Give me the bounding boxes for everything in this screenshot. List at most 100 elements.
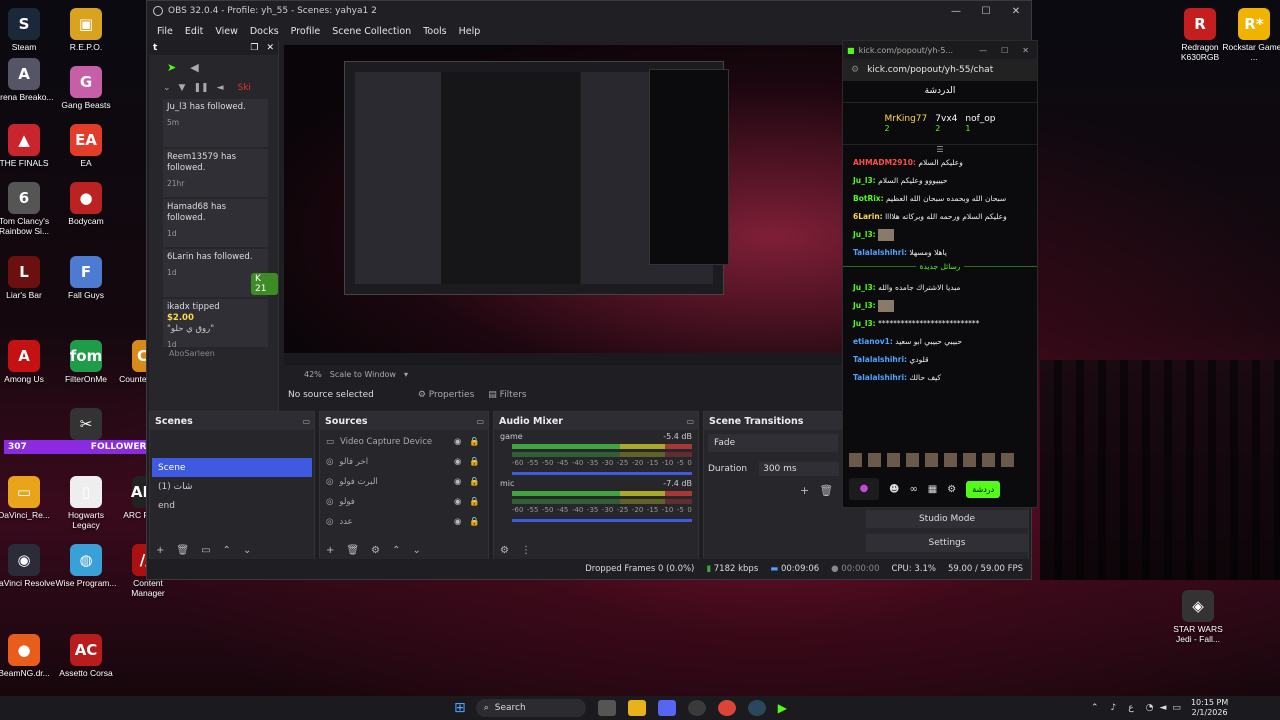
duration-input[interactable]: 300 ms <box>759 462 840 476</box>
chat-max-button[interactable]: ☐ <box>1001 46 1008 55</box>
mixer-settings-icon[interactable]: ⚙ <box>500 545 509 556</box>
remove-scene-icon[interactable]: 🗑 <box>176 545 189 556</box>
scene-item[interactable]: شات (1) <box>152 477 312 496</box>
remove-transition-icon[interactable]: 🗑 <box>819 484 833 497</box>
panel-menu-icon[interactable]: ▭ <box>476 417 484 426</box>
volume-slider[interactable] <box>512 472 692 475</box>
visibility-eye-icon[interactable]: ◉ <box>454 517 461 527</box>
emote-bar[interactable] <box>849 453 1019 467</box>
source-props-icon[interactable]: ⚙ <box>371 545 380 556</box>
chat-avatar-icon[interactable]: ● <box>849 478 879 500</box>
chat-username[interactable]: BotRix: <box>853 194 884 203</box>
obs-taskbar-icon[interactable] <box>687 700 706 716</box>
studio-mode-button[interactable]: Studio Mode <box>866 510 1028 528</box>
settings-button[interactable]: Settings <box>866 534 1028 552</box>
panel-menu-icon[interactable]: ▭ <box>302 417 310 426</box>
source-item[interactable]: ▭ Video Capture Device ◉ 🔒 <box>320 432 488 452</box>
chevron-down-icon[interactable]: ⌄ <box>163 83 171 93</box>
wifi-icon[interactable]: ◔ <box>1146 703 1154 713</box>
scene-item[interactable]: end <box>152 496 312 515</box>
chat-username[interactable]: 6Larin: <box>853 212 883 221</box>
pause-icon[interactable]: ❚❚ <box>193 83 208 93</box>
chat-settings-icon[interactable]: ⚙ <box>947 484 956 495</box>
minimize-button[interactable]: — <box>941 6 971 17</box>
kick-taskbar-icon[interactable]: ▶ <box>778 701 787 715</box>
tray-chevron-icon[interactable]: ⌃ <box>1091 703 1099 713</box>
steam-taskbar-icon[interactable] <box>747 700 766 716</box>
visibility-eye-icon[interactable]: ◉ <box>454 497 461 507</box>
desktop-icon[interactable]: F Fall Guys <box>54 256 118 300</box>
menu-item[interactable]: Profile <box>285 26 327 37</box>
move-up-icon[interactable]: ⌃ <box>223 545 231 556</box>
megaphone-icon[interactable]: ◀ <box>190 61 198 74</box>
move-up-icon[interactable]: ⌃ <box>392 545 400 556</box>
desktop-icon[interactable]: ▲ THE FINALS <box>0 124 56 168</box>
clock[interactable]: 10:15 PM 2/1/2026 <box>1191 698 1228 718</box>
desktop-icon[interactable]: ● BeamNG.dr... <box>0 634 56 678</box>
mute-icon[interactable]: ◄ <box>217 83 224 93</box>
chat-min-button[interactable]: — <box>979 46 987 55</box>
add-source-icon[interactable]: + <box>326 545 334 556</box>
emoji-icon[interactable]: ☻ <box>889 484 899 495</box>
move-down-icon[interactable]: ⌄ <box>412 545 420 556</box>
scene-item[interactable]: Scene <box>152 458 312 477</box>
volume-slider[interactable] <box>512 519 692 522</box>
menu-item[interactable]: Tools <box>417 26 452 37</box>
desktop-icon[interactable]: fom FilterOnMe <box>54 340 118 384</box>
filter-icon[interactable]: ▼ <box>179 83 186 93</box>
chat-username[interactable]: Ju_l3: <box>853 301 876 310</box>
desktop-icon[interactable]: R* Rockstar Games ... <box>1222 8 1280 62</box>
link-icon[interactable]: ∞ <box>909 484 917 495</box>
chat-username[interactable]: Ju_l3: <box>853 319 876 328</box>
desktop-icon[interactable]: EA EA <box>54 124 118 168</box>
desktop-icon[interactable]: ◍ Wise Program... <box>54 544 118 588</box>
lock-icon[interactable]: 🔒 <box>469 517 480 527</box>
source-item[interactable]: ◎ اخر فالو ◉ 🔒 <box>320 452 488 472</box>
add-scene-icon[interactable]: + <box>156 545 164 556</box>
source-item[interactable]: ◎ فولو ◉ 🔒 <box>320 492 488 512</box>
filters-button[interactable]: ▤ Filters <box>488 390 526 400</box>
dock-float-icon[interactable]: ❐ <box>250 43 258 53</box>
chat-username[interactable]: Talalalshihri: <box>853 373 907 382</box>
visibility-eye-icon[interactable]: ◉ <box>454 437 461 447</box>
chat-username[interactable]: Ju_l3: <box>853 230 876 239</box>
maximize-button[interactable]: ☐ <box>971 6 1001 17</box>
store-icon[interactable]: ▦ <box>928 484 937 495</box>
desktop-icon[interactable]: 6 Tom Clancy's Rainbow Si... <box>0 182 56 236</box>
desktop-icon[interactable]: A Among Us <box>0 340 56 384</box>
discord-icon[interactable] <box>657 700 676 716</box>
mixer-menu-icon[interactable]: ⋮ <box>521 545 531 556</box>
site-info-icon[interactable]: ⚙ <box>851 65 859 75</box>
desktop-icon[interactable]: G Gang Beasts <box>54 66 118 110</box>
desktop-icon[interactable]: ◈ STAR WARS Jedi - Fall... <box>1166 590 1230 644</box>
visibility-eye-icon[interactable]: ◉ <box>454 457 461 467</box>
source-item[interactable]: ◎ البرت فولو ◉ 🔒 <box>320 472 488 492</box>
chat-url-bar[interactable]: ⚙ kick.com/popout/yh-55/chat <box>843 59 1037 81</box>
volume-icon[interactable]: ◄ <box>1160 703 1167 713</box>
explorer-icon[interactable] <box>627 700 646 716</box>
mic-icon[interactable]: ♪ <box>1111 703 1117 713</box>
chat-username[interactable]: etianov1: <box>853 337 893 346</box>
menu-item[interactable]: Docks <box>244 26 285 37</box>
desktop-icon[interactable]: ▭ DaVinci_Re... <box>0 476 56 520</box>
desktop-icon[interactable]: S Steam <box>0 8 56 52</box>
dock-close-icon[interactable]: ✕ <box>266 43 274 53</box>
desktop-icon[interactable]: L Liar's Bar <box>0 256 56 300</box>
taskbar-search[interactable]: ⌕ Search <box>475 699 586 717</box>
desktop-icon[interactable]: ◉ DaVinci Resolve <box>0 544 56 588</box>
chat-send-button[interactable]: دردشة <box>966 480 1001 498</box>
lock-icon[interactable]: 🔒 <box>469 477 480 487</box>
menu-item[interactable]: View <box>209 26 244 37</box>
lock-icon[interactable]: 🔒 <box>469 457 480 467</box>
source-item[interactable]: ◎ عدد ◉ 🔒 <box>320 512 488 532</box>
chrome-icon[interactable] <box>717 700 736 716</box>
close-button[interactable]: ✕ <box>1001 6 1031 17</box>
menu-item[interactable]: File <box>151 26 179 37</box>
taskview-icon[interactable] <box>597 700 616 716</box>
transition-select[interactable]: Fade <box>708 434 838 452</box>
scene-filter-icon[interactable]: ▭ <box>201 545 210 556</box>
menu-item[interactable]: Scene Collection <box>326 26 417 37</box>
menu-item[interactable]: Edit <box>179 26 209 37</box>
remove-source-icon[interactable]: 🗑 <box>346 545 359 556</box>
pin-icon[interactable]: ☰ <box>843 145 1037 154</box>
